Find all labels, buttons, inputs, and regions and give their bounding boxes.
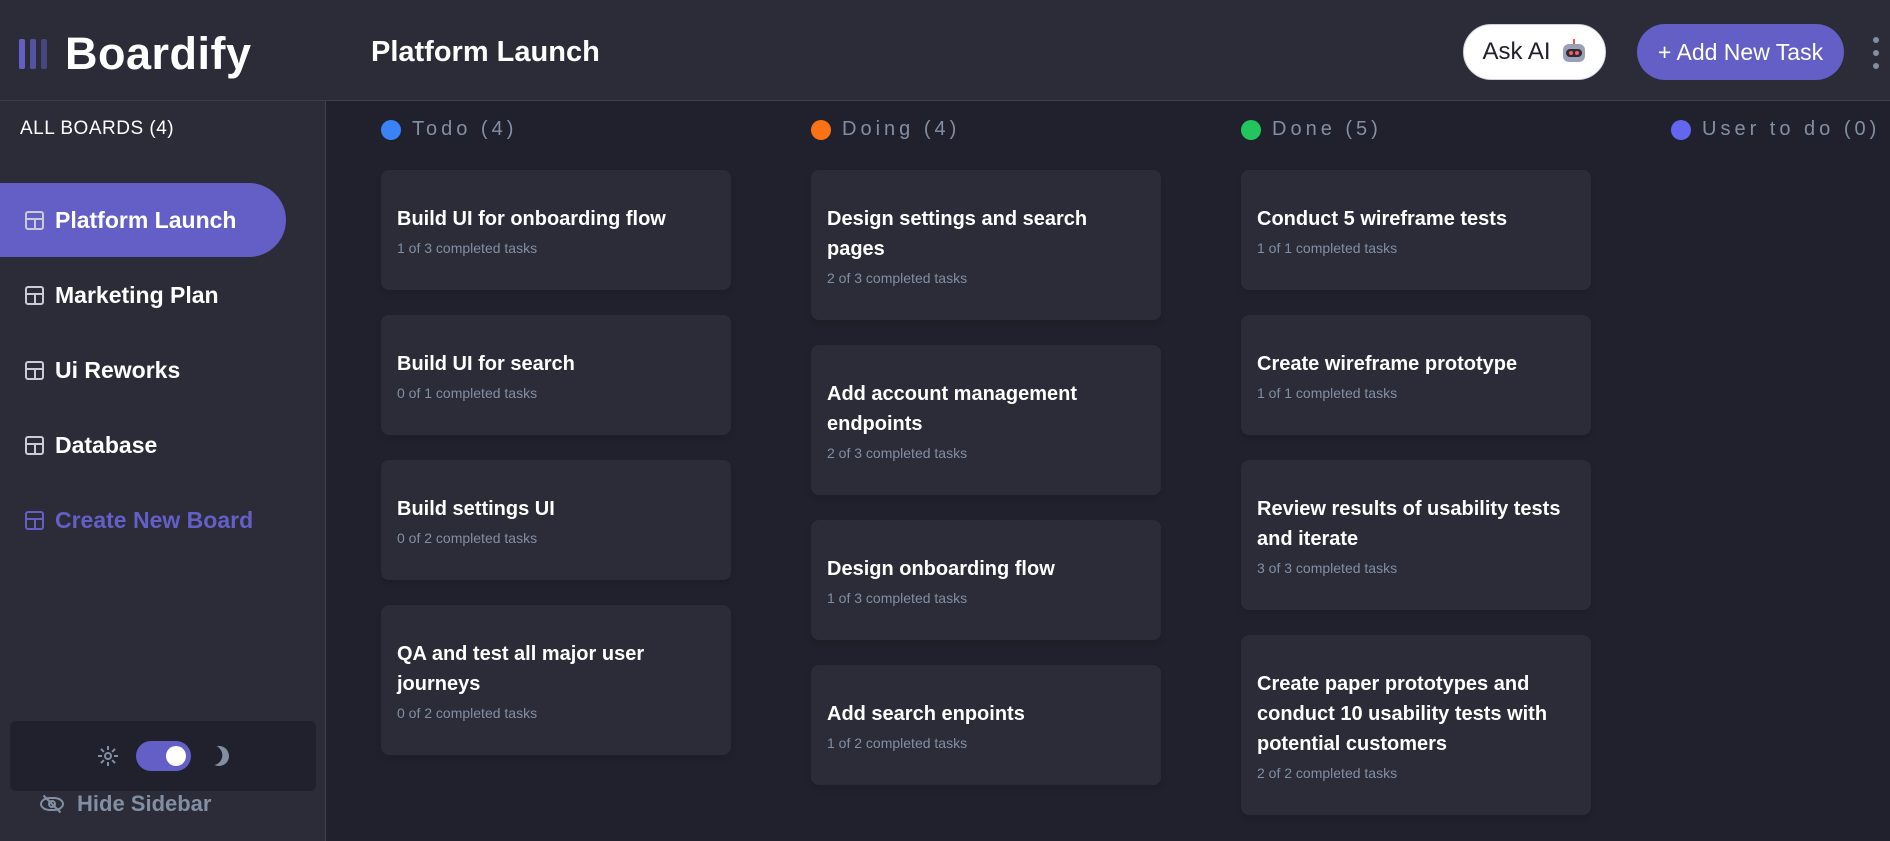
sidebar-item-label: Ui Reworks — [55, 356, 181, 383]
task-subtasks: 1 of 3 completed tasks — [397, 240, 538, 256]
task-subtasks: 0 of 2 completed tasks — [397, 705, 538, 721]
task-card[interactable]: Design onboarding flow 1 of 3 completed … — [811, 520, 1161, 640]
task-title: Add search enpoints — [827, 703, 1025, 725]
top-bar: Boardify Platform Launch Ask AI + Add Ne… — [0, 0, 1890, 101]
task-title: Create paper prototypes and conduct 10 u… — [1257, 673, 1548, 755]
task-title: Conduct 5 wireframe tests — [1257, 208, 1508, 230]
column-title: Doing (4) — [842, 118, 961, 140]
task-title: Add account management endpoints — [827, 383, 1078, 435]
status-dot — [381, 119, 401, 140]
task-card[interactable]: Add account management endpoints 2 of 3 … — [811, 345, 1161, 495]
task-card[interactable]: Design settings and search pages 2 of 3 … — [811, 170, 1161, 320]
sidebar-item-ui-reworks[interactable]: Ui Reworks — [0, 333, 286, 407]
task-title: Design onboarding flow — [827, 558, 1055, 580]
app-name: Boardify — [65, 28, 252, 79]
create-new-board-button[interactable]: Create New Board — [0, 483, 286, 557]
sidebar-item-label: Marketing Plan — [55, 281, 219, 308]
task-subtasks: 2 of 2 completed tasks — [1257, 765, 1398, 781]
board-icon — [25, 360, 44, 380]
task-card[interactable]: Build UI for onboarding flow 1 of 3 comp… — [381, 170, 731, 290]
task-subtasks: 1 of 2 completed tasks — [827, 735, 968, 751]
board-icon — [25, 285, 44, 305]
column-title: User to do (0) — [1702, 118, 1881, 140]
task-subtasks: 3 of 3 completed tasks — [1257, 560, 1398, 576]
task-card[interactable]: Build UI for search 0 of 1 completed tas… — [381, 315, 731, 435]
theme-toggle[interactable] — [135, 741, 191, 771]
status-dot — [1671, 119, 1691, 140]
sidebar-item-label: Platform Launch — [55, 206, 237, 233]
more-options-icon[interactable] — [1870, 37, 1882, 69]
ask-ai-button[interactable]: Ask AI — [1463, 24, 1606, 80]
ask-ai-label: Ask AI — [1482, 38, 1551, 65]
task-title: Build settings UI — [397, 498, 555, 520]
column-title: Todo (4) — [412, 118, 518, 140]
create-new-board-label: Create New Board — [55, 506, 254, 533]
task-card[interactable]: Conduct 5 wireframe tests 1 of 1 complet… — [1241, 170, 1591, 290]
task-card[interactable]: Create wireframe prototype 1 of 1 comple… — [1241, 315, 1591, 435]
task-card[interactable]: QA and test all major user journeys 0 of… — [381, 605, 731, 755]
task-card[interactable]: Build settings UI 0 of 2 completed tasks — [381, 460, 731, 580]
task-card[interactable]: Create paper prototypes and conduct 10 u… — [1241, 635, 1591, 815]
task-subtasks: 1 of 3 completed tasks — [827, 590, 968, 606]
task-title: Build UI for search — [397, 353, 575, 375]
board-icon — [25, 510, 44, 530]
page-title: Platform Launch — [371, 36, 600, 68]
moon-icon — [206, 743, 232, 769]
task-subtasks: 1 of 1 completed tasks — [1257, 240, 1398, 256]
logo-icon — [19, 39, 47, 69]
task-title: Build UI for onboarding flow — [397, 208, 666, 230]
status-dot — [1241, 119, 1261, 140]
task-title: Review results of usability tests and it… — [1257, 498, 1561, 550]
task-subtasks: 2 of 3 completed tasks — [827, 445, 968, 461]
eye-slash-icon — [40, 794, 64, 814]
column-header-user-to-do: User to do (0) — [1671, 118, 1880, 141]
robot-icon — [1561, 39, 1587, 65]
column-header-doing: Doing (4) — [811, 118, 960, 141]
task-subtasks: 2 of 3 completed tasks — [827, 270, 968, 286]
add-new-task-button[interactable]: + Add New Task — [1637, 24, 1844, 80]
task-subtasks: 0 of 1 completed tasks — [397, 385, 538, 401]
sidebar: ALL BOARDS (4) Platform Launch Marketing… — [0, 101, 326, 841]
sidebar-item-label: Database — [55, 431, 158, 458]
task-title: QA and test all major user journeys — [397, 643, 645, 695]
sidebar-item-database[interactable]: Database — [0, 408, 286, 482]
sidebar-item-marketing-plan[interactable]: Marketing Plan — [0, 258, 286, 332]
sidebar-item-platform-launch[interactable]: Platform Launch — [0, 183, 286, 257]
all-boards-heading: ALL BOARDS (4) — [20, 118, 175, 139]
column-title: Done (5) — [1272, 118, 1382, 140]
column-header-done: Done (5) — [1241, 118, 1382, 141]
task-card[interactable]: Add search enpoints 1 of 2 completed tas… — [811, 665, 1161, 785]
board-icon — [25, 210, 44, 230]
task-subtasks: 1 of 1 completed tasks — [1257, 385, 1398, 401]
hide-sidebar-label: Hide Sidebar — [77, 791, 212, 816]
task-subtasks: 0 of 2 completed tasks — [397, 530, 538, 546]
column-header-todo: Todo (4) — [381, 118, 517, 141]
status-dot — [811, 119, 831, 140]
theme-switcher — [10, 721, 316, 791]
task-title: Design settings and search pages — [827, 208, 1088, 260]
logo: Boardify — [19, 28, 252, 80]
hide-sidebar-button[interactable]: Hide Sidebar — [40, 791, 211, 817]
task-card[interactable]: Review results of usability tests and it… — [1241, 460, 1591, 610]
task-title: Create wireframe prototype — [1257, 353, 1518, 375]
board-icon — [25, 435, 44, 455]
sun-icon — [97, 746, 118, 766]
